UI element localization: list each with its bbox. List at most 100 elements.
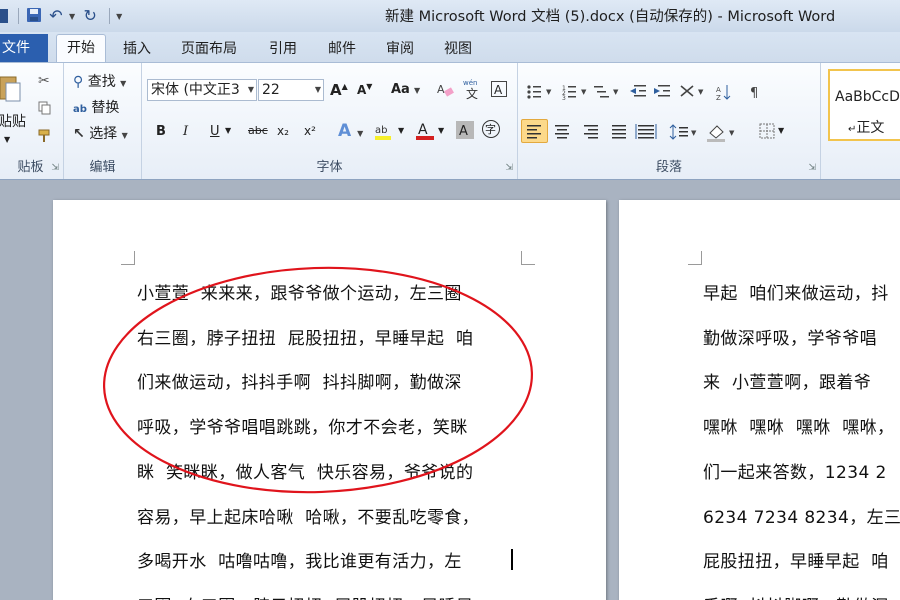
shading-icon[interactable] <box>707 125 725 142</box>
replace-label: 替换 <box>91 100 120 116</box>
tab-review[interactable]: 审阅 <box>386 38 414 58</box>
character-shading-icon[interactable]: A <box>456 121 474 143</box>
character-border-icon[interactable]: A <box>491 81 507 101</box>
find-button[interactable]: ⚲ 查找 ▼ <box>73 71 126 91</box>
bullets-icon[interactable] <box>527 85 541 99</box>
document-page-1[interactable]: 小萱萱 来来来，跟爷爷做个运动，左三圈 右三圈，脖子扭扭 屁股扭扭，早睡早起 咱们… <box>53 200 606 600</box>
underline-button[interactable]: U <box>210 124 220 139</box>
document-line[interactable]: 早起 咱们来做运动，抖 <box>703 279 889 304</box>
document-line[interactable]: 眯 笑眯眯，做人客气 快乐容易，爷爷说的 <box>137 458 473 483</box>
align-right-icon[interactable] <box>584 125 598 139</box>
save-icon[interactable] <box>25 7 43 25</box>
paste-icon[interactable] <box>0 73 22 107</box>
tab-mailings[interactable]: 邮件 <box>328 38 356 58</box>
justify-icon[interactable] <box>612 125 626 139</box>
shrink-font-button[interactable]: A▼ <box>357 82 372 97</box>
font-size-combo[interactable]: 22 ▼ <box>258 79 324 101</box>
tab-insert[interactable]: 插入 <box>123 38 151 58</box>
document-line[interactable]: 勤做深呼吸，学爷爷唱 <box>703 324 877 349</box>
copy-icon[interactable] <box>38 101 52 119</box>
font-size-dropdown-icon[interactable]: ▼ <box>315 80 321 100</box>
document-line[interactable]: 们来做运动，抖抖手啊 抖抖脚啊，勤做深 <box>137 368 462 393</box>
crop-mark <box>121 251 135 265</box>
paragraph-launcher-icon[interactable]: ⇲ <box>808 163 816 173</box>
paragraph-group-label: 段落 <box>655 160 682 175</box>
align-left-button[interactable] <box>521 119 548 143</box>
tab-home[interactable]: 开始 <box>56 34 106 62</box>
document-line[interactable]: 右三圈，脖子扭扭 屁股扭扭，早睡早起 咱 <box>137 324 473 349</box>
tab-references[interactable]: 引用 <box>269 38 297 58</box>
document-line[interactable]: 三圈 右三圈，脖子扭扭 屁股扭扭，早睡早 <box>137 592 473 600</box>
document-line[interactable]: 屁股扭扭，早睡早起 咱 <box>703 547 889 572</box>
document-line[interactable]: 嘿咻 嘿咻 嘿咻 嘿咻， <box>703 413 894 438</box>
numbering-icon[interactable]: 1 2 3 <box>562 85 576 102</box>
document-line[interactable]: 来 小萱萱啊，跟着爷 <box>703 368 871 393</box>
clear-formatting-icon[interactable]: A <box>436 80 454 102</box>
font-launcher-icon[interactable]: ⇲ <box>505 163 513 173</box>
style-normal-quickstyle[interactable]: AaBbCcD ↵正文 <box>828 69 900 141</box>
line-spacing-icon[interactable] <box>669 124 688 140</box>
format-painter-icon[interactable] <box>38 129 52 147</box>
document-line[interactable]: 多喝开水 咕噜咕噜，我比谁更有活力，左 <box>137 547 462 572</box>
undo-dropdown-icon[interactable]: ▼ <box>69 12 75 21</box>
word-app-icon[interactable] <box>0 9 8 23</box>
document-line[interactable]: 6234 7234 8234，左三 <box>703 503 900 528</box>
grow-font-button[interactable]: A▲ <box>330 81 348 99</box>
align-center-icon[interactable] <box>555 125 569 139</box>
cut-icon[interactable]: ✂ <box>38 73 50 89</box>
borders-dropdown-icon[interactable]: ▼ <box>778 126 784 135</box>
document-line[interactable]: 容易，早上起床哈啾 哈啾，不要乱吃零食， <box>137 503 479 528</box>
redo-icon[interactable]: ↻ <box>81 7 99 25</box>
highlight-color-button[interactable]: ab <box>373 121 395 147</box>
text-effects-button[interactable]: A ▼ <box>338 121 363 141</box>
change-case-button[interactable]: Aa ▼ <box>391 82 420 97</box>
document-area[interactable]: 小萱萱 来来来，跟爷爷做个运动，左三圈 右三圈，脖子扭扭 屁股扭扭，早睡早起 咱们… <box>0 181 900 600</box>
document-line[interactable]: 们一起来答数，1234 2 <box>703 458 887 483</box>
svg-text:▼: ▼ <box>581 88 587 96</box>
tab-page-layout[interactable]: 页面布局 <box>181 38 237 58</box>
svg-text:▼: ▼ <box>729 129 735 137</box>
tab-view[interactable]: 视图 <box>444 38 472 58</box>
replace-button[interactable]: ab 替换 <box>73 97 119 117</box>
decrease-indent-icon[interactable] <box>630 85 646 97</box>
distributed-icon[interactable] <box>635 124 657 139</box>
paste-button[interactable]: 贴贴 <box>0 111 26 131</box>
underline-dropdown-icon[interactable]: ▼ <box>225 126 231 135</box>
italic-button[interactable]: I <box>183 124 188 139</box>
svg-text:Z: Z <box>716 94 721 102</box>
title-bar: ↶ ▼ ↻ ▼ 新建 Microsoft Word 文档 (5).docx (自… <box>0 0 900 32</box>
text-caret <box>511 549 513 570</box>
font-color-dropdown-icon[interactable]: ▼ <box>438 126 444 135</box>
increase-indent-icon[interactable] <box>654 85 670 97</box>
highlight-dropdown-icon[interactable]: ▼ <box>398 126 404 135</box>
font-color-button[interactable]: A <box>414 120 436 146</box>
document-line[interactable]: 手啊 抖抖脚啊，勤做深 <box>703 592 889 600</box>
document-line[interactable]: 小萱萱 来来来，跟爷爷做个运动，左三圈 <box>137 279 462 304</box>
customize-qat-icon[interactable]: ▼ <box>116 12 122 21</box>
clipboard-launcher-icon[interactable]: ⇲ <box>51 163 59 173</box>
tab-file[interactable]: 文件 <box>0 34 48 62</box>
svg-text:▼: ▼ <box>698 88 704 96</box>
crop-mark <box>688 251 702 265</box>
undo-icon[interactable]: ↶ <box>47 7 65 25</box>
multilevel-list-icon[interactable] <box>594 86 609 98</box>
select-button[interactable]: ↖ 选择 ▼ <box>73 123 128 143</box>
show-formatting-marks-icon[interactable]: ¶ <box>750 86 758 101</box>
strikethrough-button[interactable]: abc <box>248 124 268 137</box>
font-name-combo[interactable]: 宋体 (中文正3 ▼ <box>147 79 257 101</box>
bold-button[interactable]: B <box>156 124 166 139</box>
document-page-2[interactable]: 早起 咱们来做运动，抖 勤做深呼吸，学爷爷唱来 小萱萱啊，跟着爷 嘿咻 嘿咻 嘿咻 … <box>619 200 900 600</box>
svg-text:ab: ab <box>375 125 387 136</box>
superscript-button[interactable]: x² <box>304 124 316 138</box>
paste-dropdown-icon[interactable]: ▼ <box>4 135 10 144</box>
sort-icon[interactable]: AZ <box>716 85 731 102</box>
chinese-layout-icon[interactable] <box>680 85 694 97</box>
font-name-dropdown-icon[interactable]: ▼ <box>248 80 254 100</box>
find-icon: ⚲ <box>73 74 84 90</box>
borders-icon[interactable] <box>759 123 775 143</box>
enclose-characters-icon[interactable]: 字 <box>481 119 501 143</box>
phonetic-guide-icon[interactable]: wén 文 <box>462 78 484 104</box>
document-line[interactable]: 呼吸，学爷爷唱唱跳跳，你才不会老，笑眯 <box>137 413 468 438</box>
svg-text:3: 3 <box>562 95 566 102</box>
subscript-button[interactable]: x₂ <box>277 124 289 138</box>
